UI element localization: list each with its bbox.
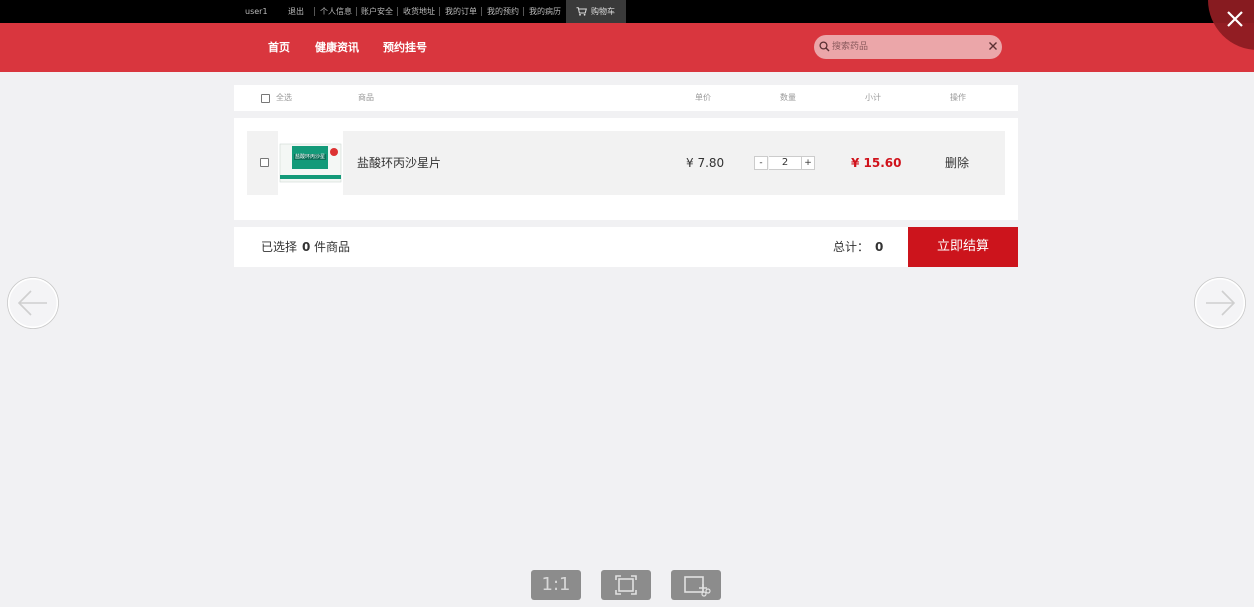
- actual-size-button[interactable]: 1:1: [531, 570, 581, 600]
- cart-item-row: 盐酸环丙沙星片 盐酸环丙沙星片 ¥ 7.80 - 2 + ¥ 15.60 删除: [247, 131, 1005, 195]
- topbar-link-records[interactable]: 我的病历: [529, 0, 561, 23]
- item-subtotal: ¥ 15.60: [851, 156, 902, 170]
- cart-items-panel: 盐酸环丙沙星片 盐酸环丙沙星片 ¥ 7.80 - 2 + ¥ 15.60 删除: [234, 118, 1018, 220]
- divider: [314, 7, 315, 16]
- cart-tab[interactable]: 购物车: [566, 0, 626, 23]
- logout-link[interactable]: 退出: [288, 0, 304, 23]
- clear-icon[interactable]: [988, 41, 998, 51]
- cart-footer: 已选择 0 件商品 总计： 0 立即结算: [234, 227, 1018, 267]
- topbar-link-appointments[interactable]: 我的预约: [487, 0, 519, 23]
- quantity-stepper: - 2 +: [754, 156, 816, 170]
- cart-tab-label: 购物车: [591, 7, 615, 16]
- column-action: 操作: [950, 93, 966, 102]
- medicine-box-image: [279, 143, 342, 183]
- top-bar: user1 退出 个人信息 账户安全 收货地址 我的订单 我的预约 我的病历 购…: [0, 0, 1254, 23]
- cart-icon: [576, 7, 587, 16]
- total-label: 总计：: [833, 240, 870, 254]
- main-header: 首页 健康资讯 预约挂号: [0, 23, 1254, 72]
- cart-column-header: 全选 商品 单价 数量 小计 操作: [234, 85, 1018, 111]
- qty-plus-button[interactable]: +: [801, 156, 815, 170]
- qty-input[interactable]: 2: [769, 156, 801, 170]
- divider: [439, 7, 440, 16]
- divider: [397, 7, 398, 16]
- nav-health-news[interactable]: 健康资讯: [315, 23, 359, 72]
- topbar-link-orders[interactable]: 我的订单: [445, 0, 477, 23]
- crop-edit-icon: [684, 576, 711, 597]
- product-name[interactable]: 盐酸环丙沙星片: [357, 131, 441, 195]
- search-input[interactable]: [832, 39, 982, 55]
- arrow-right-icon[interactable]: [1194, 277, 1246, 329]
- column-subtotal: 小计: [865, 93, 881, 102]
- topbar-link-security[interactable]: 账户安全: [361, 0, 393, 23]
- username-label: user1: [245, 7, 268, 16]
- total-value: 0: [875, 240, 884, 254]
- search-icon[interactable]: [819, 41, 830, 52]
- topbar-link-profile[interactable]: 个人信息: [320, 0, 352, 23]
- select-all-checkbox[interactable]: [261, 94, 270, 103]
- nav-appointment[interactable]: 预约挂号: [383, 23, 427, 72]
- checkout-button[interactable]: 立即结算: [908, 227, 1018, 267]
- nav-home[interactable]: 首页: [268, 23, 290, 72]
- arrow-left-icon[interactable]: [7, 277, 59, 329]
- unit-price: ¥ 7.80: [686, 156, 725, 170]
- qty-minus-button[interactable]: -: [754, 156, 768, 170]
- column-unit-price: 单价: [695, 93, 711, 102]
- fit-window-button[interactable]: [601, 570, 651, 600]
- selected-suffix: 件商品: [314, 240, 351, 254]
- divider: [356, 7, 357, 16]
- medicine-box-label: 盐酸环丙沙星片: [295, 154, 325, 160]
- crop-edit-button[interactable]: [671, 570, 721, 600]
- product-thumbnail[interactable]: 盐酸环丙沙星片: [278, 131, 343, 195]
- topbar-link-address[interactable]: 收货地址: [403, 0, 435, 23]
- close-icon[interactable]: [1223, 7, 1247, 31]
- actual-size-label: 1:1: [541, 574, 571, 595]
- divider: [523, 7, 524, 16]
- delete-link[interactable]: 删除: [945, 131, 969, 195]
- selected-count: 0: [302, 240, 311, 254]
- item-checkbox[interactable]: [260, 158, 269, 167]
- selected-prefix: 已选择: [261, 240, 298, 254]
- divider: [481, 7, 482, 16]
- search-box: [814, 35, 1002, 59]
- column-product: 商品: [358, 93, 374, 102]
- select-all-label: 全选: [276, 93, 292, 102]
- fit-window-icon: [615, 575, 637, 595]
- column-quantity: 数量: [780, 93, 796, 102]
